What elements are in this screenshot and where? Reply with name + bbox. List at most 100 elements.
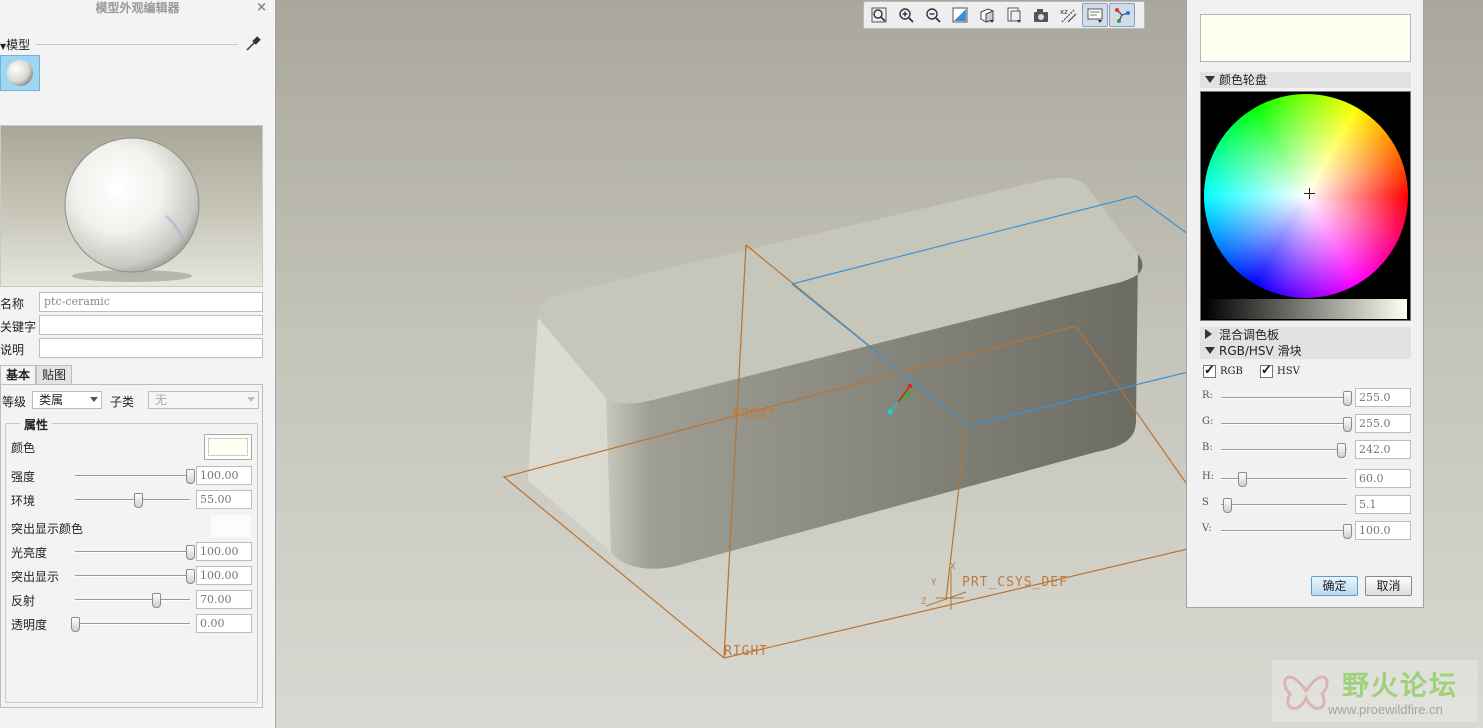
property-slider[interactable] (75, 469, 195, 484)
property-slider[interactable] (75, 593, 190, 608)
crosshair-icon (1304, 188, 1316, 200)
slider-thumb[interactable] (186, 569, 195, 584)
color-slider[interactable] (1221, 443, 1347, 458)
keyword-input[interactable] (39, 315, 263, 335)
property-value-input[interactable]: 100.00 (196, 542, 252, 561)
prt-csys (925, 570, 967, 610)
grade-dropdown[interactable]: 类属 (32, 391, 102, 409)
tab-basic[interactable]: 基本 (0, 365, 37, 385)
slider-thumb[interactable] (1223, 498, 1233, 513)
property-row: 环境 55.00 (11, 490, 256, 510)
saved-views-icon[interactable] (1001, 3, 1027, 27)
datum-display-icon[interactable] (1082, 3, 1108, 27)
csys-label: PRT_CSYS_DEF (962, 575, 1068, 590)
appearance-thumbnail[interactable] (0, 55, 40, 91)
eyedropper-icon[interactable] (244, 34, 262, 52)
slider-thumb[interactable] (1343, 391, 1352, 406)
slider-section-label: RGB/HSV 滑块 (1219, 344, 1302, 358)
description-input[interactable] (39, 338, 263, 358)
keyword-row: 关键字 (0, 315, 264, 335)
color-value-input[interactable]: 255.0 (1355, 388, 1411, 407)
color-slider-label: H: (1202, 471, 1215, 482)
property-value-input[interactable]: 0.00 (196, 614, 252, 633)
value-gradient-bar[interactable] (1204, 299, 1407, 319)
color-swatch-fill (208, 438, 248, 456)
color-value-input[interactable]: 100.0 (1355, 521, 1411, 540)
color-slider[interactable] (1221, 472, 1347, 487)
subclass-label: 子类 (110, 395, 135, 409)
property-row: 透明度 0.00 (11, 614, 256, 634)
tab-texture[interactable]: 贴图 (36, 365, 73, 385)
slider-thumb[interactable] (1238, 472, 1248, 487)
color-slider-row: S 5.1 (1200, 494, 1412, 514)
slider-thumb[interactable] (186, 545, 195, 560)
color-swatch-button[interactable] (204, 434, 252, 460)
close-icon[interactable]: × (256, 0, 267, 16)
property-row: 光亮度 100.00 (11, 542, 256, 562)
forum-watermark: 野火论坛 www.proewildfire.cn (1272, 660, 1478, 722)
highlight-color-swatch[interactable] (211, 515, 251, 537)
subclass-value: 无 (155, 393, 168, 407)
repaint-icon[interactable] (947, 3, 973, 27)
slider-thumb[interactable] (151, 593, 161, 608)
ok-button[interactable]: 确定 (1311, 576, 1358, 596)
property-label: 光亮度 (11, 546, 48, 560)
color-value-input[interactable]: 5.1 (1355, 495, 1411, 514)
slider-section-header[interactable]: RGB/HSV 滑块 (1200, 343, 1411, 359)
cancel-button[interactable]: 取消 (1365, 576, 1412, 596)
rgb-checkbox-label: RGB (1220, 366, 1243, 377)
color-slider-label: S (1202, 497, 1209, 508)
panel-title: 模型外观编辑器 × (95, 0, 267, 16)
property-slider[interactable] (75, 569, 195, 584)
zoom-out-icon[interactable] (920, 3, 946, 27)
color-wheel-section-header[interactable]: 颜色轮盘 (1200, 72, 1411, 88)
property-slider[interactable] (75, 493, 190, 508)
color-slider-row: V: 100.0 (1200, 520, 1412, 540)
annotation-display-icon[interactable] (1109, 3, 1135, 27)
color-value-input[interactable]: 60.0 (1355, 469, 1411, 488)
color-value-input[interactable]: 255.0 (1355, 414, 1411, 433)
display-style-icon[interactable]: xz (1055, 3, 1081, 27)
property-value-input[interactable]: 100.00 (196, 566, 252, 585)
color-slider[interactable] (1221, 417, 1352, 432)
property-label: 强度 (11, 470, 36, 484)
chevron-down-icon (90, 397, 98, 402)
property-slider[interactable] (75, 545, 195, 560)
subclass-dropdown[interactable]: 无 (148, 391, 259, 409)
model-section-label: 模型 (6, 38, 31, 52)
color-value-input[interactable]: 242.0 (1355, 440, 1411, 459)
hsv-checkbox[interactable]: HSV (1260, 363, 1300, 378)
slider-thumb[interactable] (1343, 524, 1352, 539)
zoom-in-icon[interactable] (893, 3, 919, 27)
orientation-icon[interactable] (974, 3, 1000, 27)
properties-title: 属性 (20, 416, 53, 433)
property-value-input[interactable]: 100.00 (196, 466, 252, 485)
slider-thumb[interactable] (186, 469, 195, 484)
property-slider[interactable] (71, 617, 190, 632)
mix-palette-section-header[interactable]: 混合调色板 (1200, 327, 1411, 343)
collapse-triangle-icon (1205, 329, 1212, 339)
description-row: 说明 (0, 338, 264, 358)
expand-triangle-icon (1205, 76, 1215, 83)
expand-triangle-icon (1205, 347, 1215, 354)
property-value-input[interactable]: 55.00 (196, 490, 252, 509)
property-row: 强度 100.00 (11, 466, 256, 486)
editor-tabs: 基本 贴图 (0, 365, 73, 385)
color-slider[interactable] (1221, 391, 1352, 406)
name-input[interactable]: ptc-ceramic (39, 292, 263, 312)
color-slider[interactable] (1221, 524, 1352, 539)
layers-icon[interactable] (1028, 3, 1054, 27)
slider-thumb[interactable] (71, 617, 80, 632)
property-value-input[interactable]: 70.00 (196, 590, 252, 609)
model-section-header[interactable]: ▼模型 (0, 36, 270, 52)
refit-icon[interactable] (866, 3, 892, 27)
color-slider[interactable] (1221, 498, 1347, 513)
slider-thumb[interactable] (1343, 417, 1352, 432)
slider-thumb[interactable] (134, 493, 144, 508)
color-wheel[interactable] (1204, 94, 1408, 298)
highlight-color-label: 突出显示颜色 (11, 522, 84, 536)
rgb-checkbox[interactable]: RGB (1203, 363, 1243, 378)
slider-thumb[interactable] (1336, 443, 1346, 458)
checkbox-checked-icon (1260, 363, 1273, 378)
keyword-label: 关键字 (0, 320, 37, 334)
